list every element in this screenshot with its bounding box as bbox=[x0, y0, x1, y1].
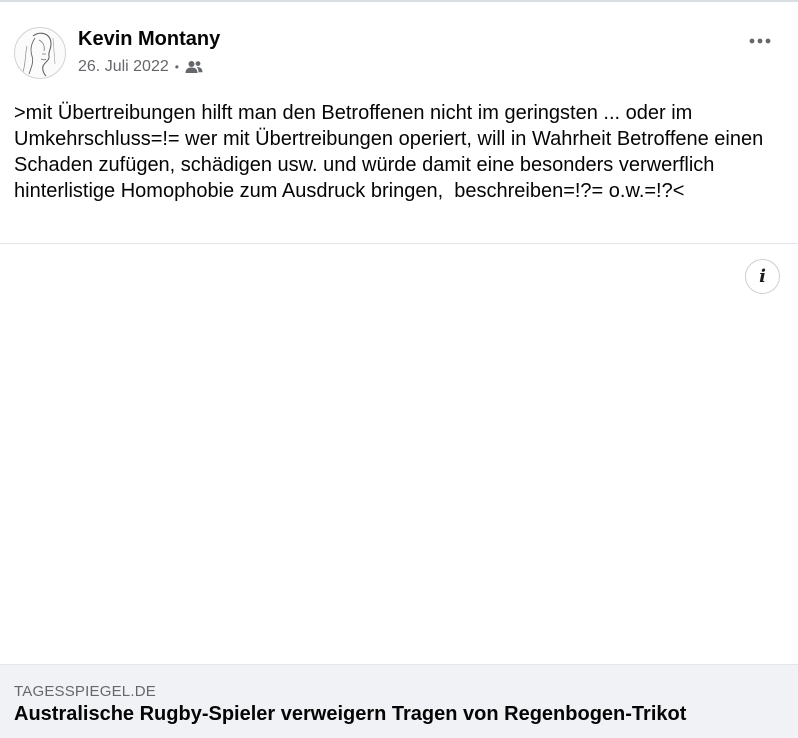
link-title[interactable]: Australische Rugby-Spieler verweigern Tr… bbox=[14, 703, 686, 726]
more-options-button[interactable] bbox=[746, 31, 774, 51]
avatar-sketch-icon bbox=[22, 32, 56, 77]
meta-separator: • bbox=[174, 60, 179, 74]
author-name[interactable]: Kevin Montany bbox=[78, 28, 220, 51]
link-media-area[interactable]: i bbox=[0, 244, 798, 664]
post-date[interactable]: 26. Juli 2022 bbox=[78, 58, 169, 76]
info-icon: i bbox=[759, 265, 766, 287]
post-text: >mit Übertreibungen hilft man den Betrof… bbox=[14, 102, 769, 202]
post-header: Kevin Montany 26. Juli 2022 • bbox=[14, 27, 784, 83]
friends-icon[interactable] bbox=[185, 60, 203, 74]
link-preview[interactable]: TAGESSPIEGEL.DE Australische Rugby-Spiel… bbox=[0, 664, 798, 738]
post-card: Kevin Montany 26. Juli 2022 • >mit Übert… bbox=[0, 0, 798, 738]
info-button[interactable]: i bbox=[745, 259, 780, 294]
author-avatar[interactable] bbox=[14, 27, 66, 79]
link-domain: TAGESSPIEGEL.DE bbox=[14, 683, 156, 700]
more-horizontal-icon bbox=[749, 38, 771, 44]
post-meta: 26. Juli 2022 • bbox=[78, 58, 203, 76]
